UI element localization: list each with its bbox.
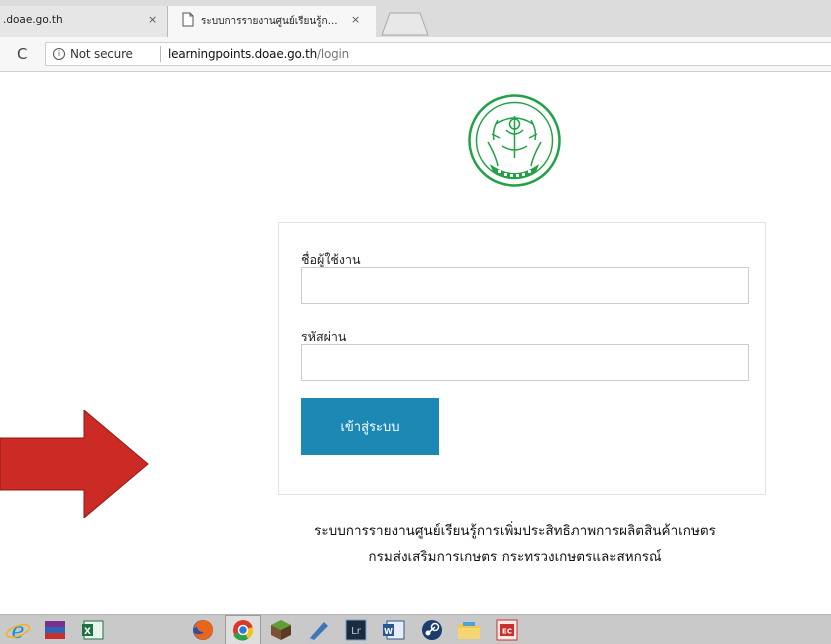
username-input[interactable] <box>301 267 749 304</box>
minecraft-icon[interactable] <box>268 618 294 642</box>
tab-doae[interactable]: .doae.go.th × <box>0 6 168 37</box>
excel-icon[interactable]: X <box>80 618 106 642</box>
security-indicator[interactable]: Not secure <box>70 47 133 61</box>
info-icon[interactable]: i <box>53 48 65 60</box>
url-text[interactable]: learningpoints.doae.go.th/login <box>168 47 349 61</box>
url-host: learningpoints.doae.go.th <box>168 47 318 61</box>
site-footer: ระบบการรายงานศูนย์เรียนรู้การเพิ่มประสิท… <box>250 518 780 570</box>
reload-icon[interactable]: C <box>17 45 27 63</box>
svg-text:X: X <box>84 627 91 637</box>
word-icon[interactable]: W <box>381 618 407 642</box>
windows-taskbar: e X Lr W EC <box>0 614 831 644</box>
password-input[interactable] <box>301 344 749 381</box>
winrar-icon[interactable] <box>42 618 68 642</box>
url-path: /login <box>317 47 350 61</box>
acrobat-icon[interactable]: EC <box>494 618 520 642</box>
svg-text:EC: EC <box>502 628 512 636</box>
doae-logo <box>468 94 561 187</box>
tab-title: .doae.go.th <box>3 14 63 26</box>
new-tab-button[interactable] <box>380 12 430 36</box>
svg-text:e: e <box>11 619 24 642</box>
red-arrow-icon <box>0 410 149 518</box>
internet-explorer-icon[interactable]: e <box>5 618 31 642</box>
login-form: ชื่อผู้ใช้งาน รหัสผ่าน เข้าสู่ระบบ <box>278 222 766 495</box>
firefox-icon[interactable] <box>190 618 216 642</box>
file-explorer-icon[interactable] <box>456 618 482 642</box>
footer-system-name: ระบบการรายงานศูนย์เรียนรู้การเพิ่มประสิท… <box>314 523 716 539</box>
steam-icon[interactable] <box>419 618 445 642</box>
chrome-icon[interactable] <box>230 618 256 642</box>
tab-close-icon[interactable]: × <box>148 13 157 26</box>
tab-title: ระบบการรายงานศูนย์เรียนรู้ก… <box>201 16 338 27</box>
tab-strip: .doae.go.th × ระบบการรายงานศูนย์เรียนรู้… <box>0 0 831 37</box>
lightroom-icon[interactable]: Lr <box>343 618 369 642</box>
footer-department: กรมส่งเสริมการเกษตร กระทรวงเกษตรและสหกรณ… <box>368 549 662 565</box>
svg-text:Lr: Lr <box>351 626 362 637</box>
page-icon <box>182 12 194 27</box>
address-toolbar: C i Not secure learningpoints.doae.go.th… <box>0 37 831 72</box>
stylus-icon[interactable] <box>306 618 332 642</box>
svg-text:W: W <box>384 627 393 636</box>
tab-learningpoints[interactable]: ระบบการรายงานศูนย์เรียนรู้ก… × <box>168 6 376 37</box>
omnibox-separator <box>160 46 161 62</box>
tab-close-icon[interactable]: × <box>351 13 360 26</box>
address-bar[interactable]: i Not secure learningpoints.doae.go.th/l… <box>45 42 831 66</box>
login-button[interactable]: เข้าสู่ระบบ <box>301 398 439 455</box>
